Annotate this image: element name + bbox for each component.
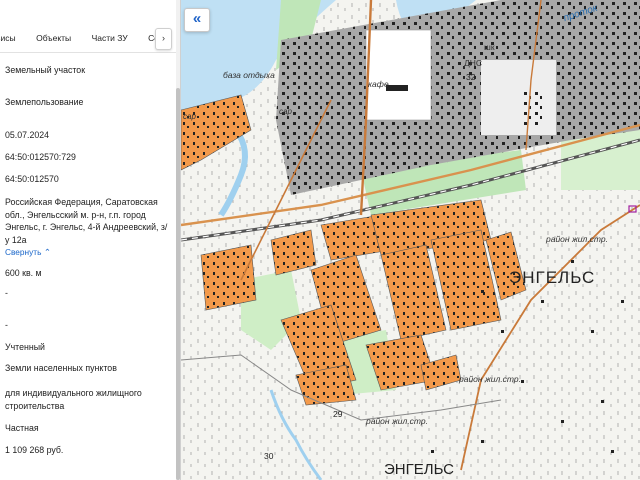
object-type: Земельный участок bbox=[5, 65, 86, 75]
area: 600 кв. м bbox=[5, 268, 42, 278]
panel-scrollbar-thumb[interactable] bbox=[176, 88, 180, 480]
map-label-school: шк bbox=[484, 42, 495, 52]
cadastral-number: 64:50:012570:729 bbox=[5, 152, 76, 162]
map-label-district-2: район жил.стр. bbox=[459, 374, 522, 384]
tab-services[interactable]: висы bbox=[0, 24, 24, 52]
value-dash-1: - bbox=[5, 288, 8, 298]
tab-parts[interactable]: Части ЗУ bbox=[84, 24, 136, 52]
tab-objects[interactable]: Объекты bbox=[28, 24, 79, 52]
collapse-link[interactable]: Свернуть ⌃ bbox=[5, 246, 171, 259]
map-label-sar: сар bbox=[279, 107, 292, 116]
map-label-29: 29 bbox=[333, 409, 343, 419]
map-label-city-bottom: ЭНГЕЛЬС bbox=[384, 461, 454, 478]
value-dash-2: - bbox=[5, 320, 8, 330]
map-view[interactable]: ЭНГЕЛЬС ЭНГЕЛЬС район жил.стр. район жил… bbox=[181, 0, 640, 480]
tab-bar: висы Объекты Части ЗУ Соста bbox=[0, 24, 176, 53]
collapse-panel-button[interactable]: « bbox=[184, 8, 210, 32]
info-panel: висы Объекты Части ЗУ Соста › Земельный … bbox=[0, 0, 181, 480]
status: Учтенный bbox=[5, 342, 45, 352]
chevron-up-icon: ⌃ bbox=[43, 247, 51, 257]
ownership-form: Частная bbox=[5, 423, 39, 433]
registration-date: 05.07.2024 bbox=[5, 130, 50, 140]
address: Российская Федерация, Саратовская обл., … bbox=[5, 197, 168, 245]
map-label-30: 30 bbox=[264, 451, 274, 461]
cadastral-value: 1 109 268 руб. bbox=[5, 445, 64, 455]
cadastral-quarter: 64:50:012570 bbox=[5, 174, 59, 184]
permitted-use: для индивидуального жилищного строительс… bbox=[5, 388, 142, 411]
map-label-32: 32 bbox=[466, 72, 476, 82]
map-label-district-1: район жил.стр. bbox=[546, 234, 609, 244]
map-label-cafe: кафе bbox=[368, 79, 389, 89]
collapse-link-label[interactable]: Свернуть bbox=[5, 247, 41, 257]
map-label-district-3: район жил.стр. bbox=[366, 416, 429, 426]
object-subtype: Землепользование bbox=[5, 97, 84, 107]
land-category: Земли населенных пунктов bbox=[5, 363, 117, 373]
map-label-base: база отдыха bbox=[223, 70, 275, 80]
map-label-city: ЭНГЕЛЬС bbox=[509, 268, 596, 287]
map-label-sar-2: сар bbox=[183, 112, 196, 121]
tabs-next-button[interactable]: › bbox=[155, 28, 172, 50]
map-label-dns: ДНС bbox=[464, 58, 483, 68]
